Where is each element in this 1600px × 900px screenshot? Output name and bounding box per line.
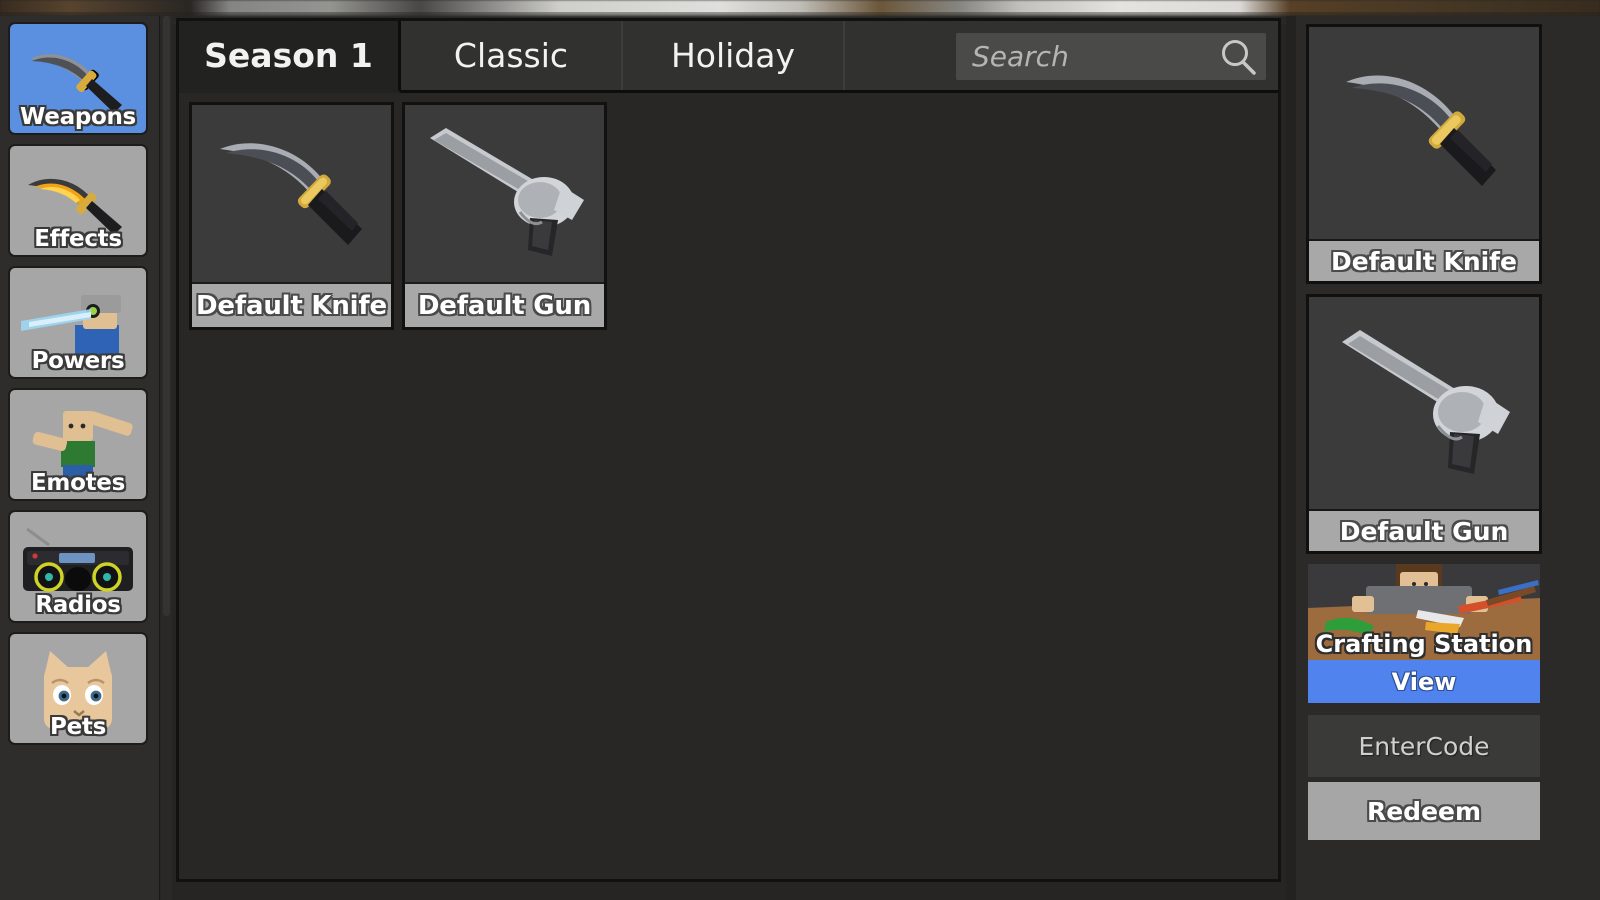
sidebar-item-emotes[interactable]: Emotes bbox=[8, 388, 148, 501]
revolver-icon bbox=[405, 105, 604, 282]
redeem-button[interactable]: Redeem bbox=[1308, 782, 1540, 840]
code-input[interactable]: EnterCode bbox=[1308, 715, 1540, 777]
search-placeholder: Search bbox=[972, 40, 1069, 73]
category-tabbar: Season 1 Classic Holiday Search bbox=[179, 21, 1278, 93]
tab-label: Classic bbox=[453, 36, 569, 75]
tab-season-1[interactable]: Season 1 bbox=[179, 21, 401, 93]
sidebar-item-weapons[interactable]: Weapons bbox=[8, 22, 148, 135]
item-card-label: Default Gun bbox=[405, 282, 604, 327]
equipped-item-card[interactable]: Default Knife bbox=[1306, 24, 1542, 284]
search-icon[interactable] bbox=[1216, 35, 1260, 79]
item-card[interactable]: Default Knife bbox=[189, 102, 394, 330]
redeem-button-label: Redeem bbox=[1366, 796, 1482, 826]
view-button-label: View bbox=[1391, 667, 1457, 696]
tab-holiday[interactable]: Holiday bbox=[623, 21, 845, 90]
knife-icon bbox=[192, 105, 391, 282]
knife-icon bbox=[1309, 27, 1539, 239]
equipped-item-label: Default Knife bbox=[1309, 239, 1539, 281]
crafting-station-label: Crafting Station bbox=[1315, 630, 1533, 658]
sidebar-item-label: Powers bbox=[31, 348, 125, 374]
sidebar-item-pets[interactable]: Pets bbox=[8, 632, 148, 745]
equipped-item-card[interactable]: Default Gun bbox=[1306, 294, 1542, 554]
item-grid: Default Knife Default Gun bbox=[179, 93, 1278, 879]
game-inventory-screen: Weapons Effects Powers Emotes Radios Pet… bbox=[0, 0, 1600, 900]
revolver-icon bbox=[1309, 297, 1539, 509]
crafting-table-icon: Crafting Station bbox=[1308, 564, 1540, 660]
view-button[interactable]: View bbox=[1308, 660, 1540, 703]
crafting-station-card[interactable]: Crafting Station View bbox=[1308, 564, 1540, 703]
sidebar-item-effects[interactable]: Effects bbox=[8, 144, 148, 257]
code-input-placeholder: EnterCode bbox=[1358, 731, 1490, 761]
sidebar-scrollbar[interactable] bbox=[161, 16, 172, 900]
tab-classic[interactable]: Classic bbox=[401, 21, 623, 90]
tab-label: Season 1 bbox=[204, 36, 373, 75]
sidebar-item-label: Radios bbox=[35, 592, 121, 618]
sidebar-item-powers[interactable]: Powers bbox=[8, 266, 148, 379]
item-card-label: Default Knife bbox=[192, 282, 391, 327]
category-sidebar: Weapons Effects Powers Emotes Radios Pet… bbox=[0, 16, 160, 900]
sidebar-item-label: Effects bbox=[34, 226, 122, 252]
equipped-item-label: Default Gun bbox=[1309, 509, 1539, 551]
sidebar-item-label: Weapons bbox=[20, 104, 136, 130]
tab-label: Holiday bbox=[670, 36, 796, 75]
inventory-main-panel: Season 1 Classic Holiday Search Default … bbox=[176, 18, 1281, 882]
sidebar-item-radios[interactable]: Radios bbox=[8, 510, 148, 623]
sidebar-item-label: Pets bbox=[50, 714, 106, 740]
main-panel-scrollbar[interactable] bbox=[1286, 16, 1296, 900]
item-card[interactable]: Default Gun bbox=[402, 102, 607, 330]
sidebar-item-label: Emotes bbox=[31, 470, 125, 496]
sidebar-scrollbar-thumb[interactable] bbox=[163, 16, 170, 616]
equipped-panel: Default Knife Default Gun Crafting Stati… bbox=[1296, 16, 1600, 900]
search-input[interactable]: Search bbox=[956, 33, 1266, 80]
